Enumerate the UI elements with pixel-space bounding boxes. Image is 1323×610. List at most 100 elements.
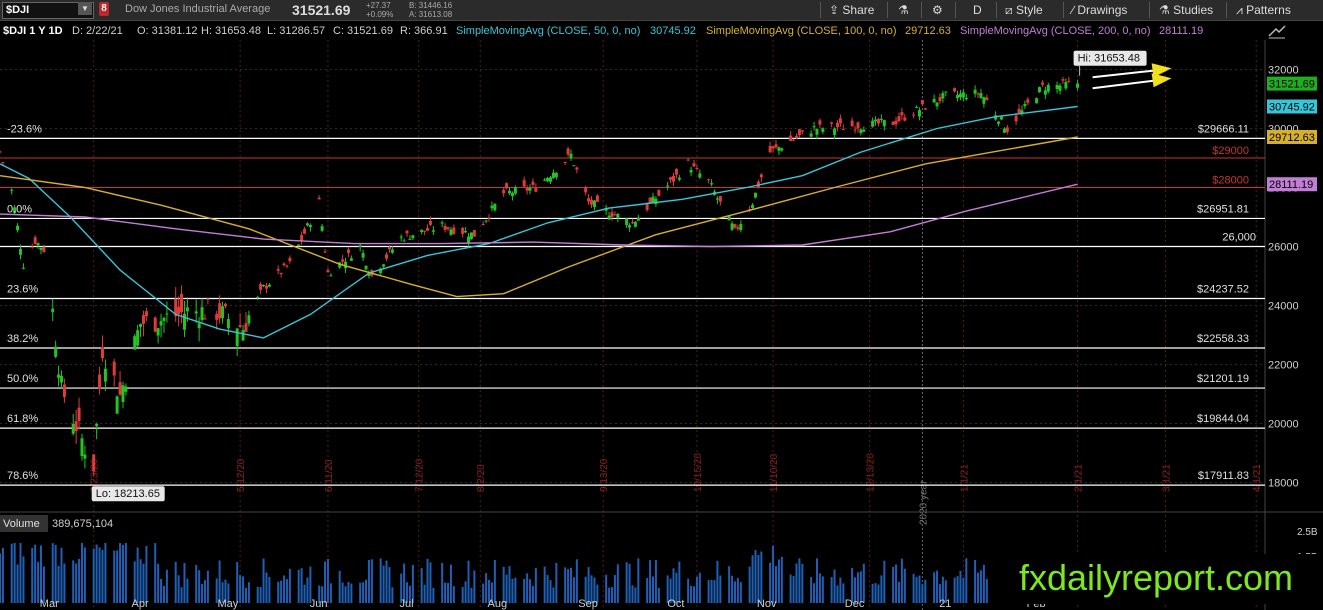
volume-bar [956, 576, 959, 603]
volume-bar [54, 544, 57, 603]
volume-bar [511, 578, 514, 603]
candle-body [267, 284, 271, 287]
volume-bar [133, 561, 136, 603]
date-marker-label: 3/1/21 [1161, 464, 1172, 492]
candle-body [733, 224, 737, 228]
volume-bar [900, 558, 903, 603]
volume-bar [792, 576, 795, 603]
candle-body [838, 118, 842, 124]
candle-body [303, 228, 307, 234]
candle-body [326, 270, 330, 273]
volume-bar [365, 579, 368, 603]
volume-bar [22, 556, 25, 603]
volume-bar [924, 579, 927, 603]
flask-button[interactable]: ⚗ [898, 1, 909, 19]
volume-bar [953, 577, 956, 603]
volume-bar [473, 570, 476, 603]
volume-bar [367, 559, 370, 603]
volume-bar [830, 577, 833, 603]
candle-body [821, 128, 825, 132]
candle-body [446, 227, 450, 229]
candle-body [739, 223, 743, 230]
candle-body [543, 179, 547, 181]
volume-bar [19, 543, 22, 603]
sma200-label[interactable]: SimpleMovingAvg (CLOSE, 200, 0, no) [960, 22, 1151, 40]
high-callout-label: Hi: 31653.48 [1078, 53, 1140, 65]
volume-bar [757, 554, 760, 603]
symbol-dropdown-icon[interactable]: ▼ [78, 2, 92, 15]
price-chart[interactable]: 3/23/20 5/12/20 6/11/20 7/12/20 8/2/20 9/13/2… [0, 40, 1323, 610]
volume-bar [780, 556, 783, 603]
sma50-label[interactable]: SimpleMovingAvg (CLOSE, 50, 0, no) [456, 22, 640, 40]
volume-bar [195, 564, 198, 603]
volume-bar [186, 578, 189, 603]
volume-bar [201, 583, 204, 603]
studies-button[interactable]: ⚗ Studies [1159, 1, 1213, 19]
pencil-icon: ∕ [1072, 3, 1075, 17]
volume-bar [748, 566, 751, 603]
volume-bar [625, 562, 628, 603]
volume-bar [651, 576, 654, 603]
candle-body [964, 97, 968, 100]
candle-body [502, 189, 506, 194]
date-marker-label: 4/1/21 [1252, 464, 1263, 492]
candle-body [382, 264, 386, 267]
volume-bar [467, 560, 470, 603]
volume-bar [444, 582, 447, 603]
volume-bar [965, 558, 968, 603]
candle-body [850, 120, 854, 127]
volume-bar [733, 581, 736, 603]
candle-body [136, 330, 140, 346]
candle-body [118, 382, 122, 395]
candle-body [54, 346, 58, 357]
volume-bar [871, 583, 874, 603]
info-close: C: 31521.69 [333, 25, 393, 37]
candle-body [736, 227, 740, 229]
volume-bar [16, 564, 19, 603]
drawings-button[interactable]: ∕ Drawings [1072, 1, 1127, 19]
candle-body [115, 396, 119, 414]
candle-body [420, 229, 424, 233]
link-flag-icon[interactable]: 8 [99, 2, 109, 16]
volume-bar [461, 587, 464, 603]
candle-body [487, 217, 491, 219]
candle-body [30, 246, 34, 248]
volume-bar [801, 563, 804, 603]
month-label: Mar [40, 598, 59, 610]
volume-bar [628, 563, 631, 603]
candle-body [440, 222, 444, 224]
candle-body [358, 245, 362, 247]
candle-body [879, 118, 883, 120]
fib-percent-label: -23.6% [7, 123, 42, 135]
share-button[interactable]: ⇪ Share [829, 1, 874, 19]
settings-button[interactable]: ⚙ [932, 1, 943, 19]
patterns-button[interactable]: ⩘ Patterns [1236, 1, 1291, 19]
candle-body [657, 190, 661, 196]
volume-label: Volume [3, 518, 40, 530]
candle-body [71, 423, 75, 434]
volume-bar [985, 578, 988, 603]
volume-bar [974, 559, 977, 603]
candle-body [546, 178, 550, 182]
chart-settings-icon[interactable] [1266, 22, 1288, 40]
candle-body [200, 307, 204, 321]
candle-body [876, 118, 880, 124]
price-tags: 31521.69 30745.92 29712.63 28111.19 [1267, 76, 1317, 192]
period-button[interactable]: D [973, 1, 982, 19]
candle-body [74, 421, 78, 432]
candle-body [566, 148, 570, 155]
candle-body [715, 198, 719, 200]
candle-body [923, 108, 927, 110]
candle-body [124, 386, 128, 392]
style-button[interactable]: ⧄ Style [1005, 1, 1043, 19]
candle-body [610, 212, 614, 217]
candle-body [33, 237, 37, 244]
volume-bar [979, 570, 982, 603]
volume-bar [795, 563, 798, 603]
sma100-label[interactable]: SimpleMovingAvg (CLOSE, 100, 0, no) [706, 22, 897, 40]
volume-bar [769, 562, 772, 603]
volume-bar [719, 575, 722, 603]
candle-body [753, 192, 757, 198]
candle-body [718, 195, 722, 202]
candle-body [449, 229, 453, 235]
